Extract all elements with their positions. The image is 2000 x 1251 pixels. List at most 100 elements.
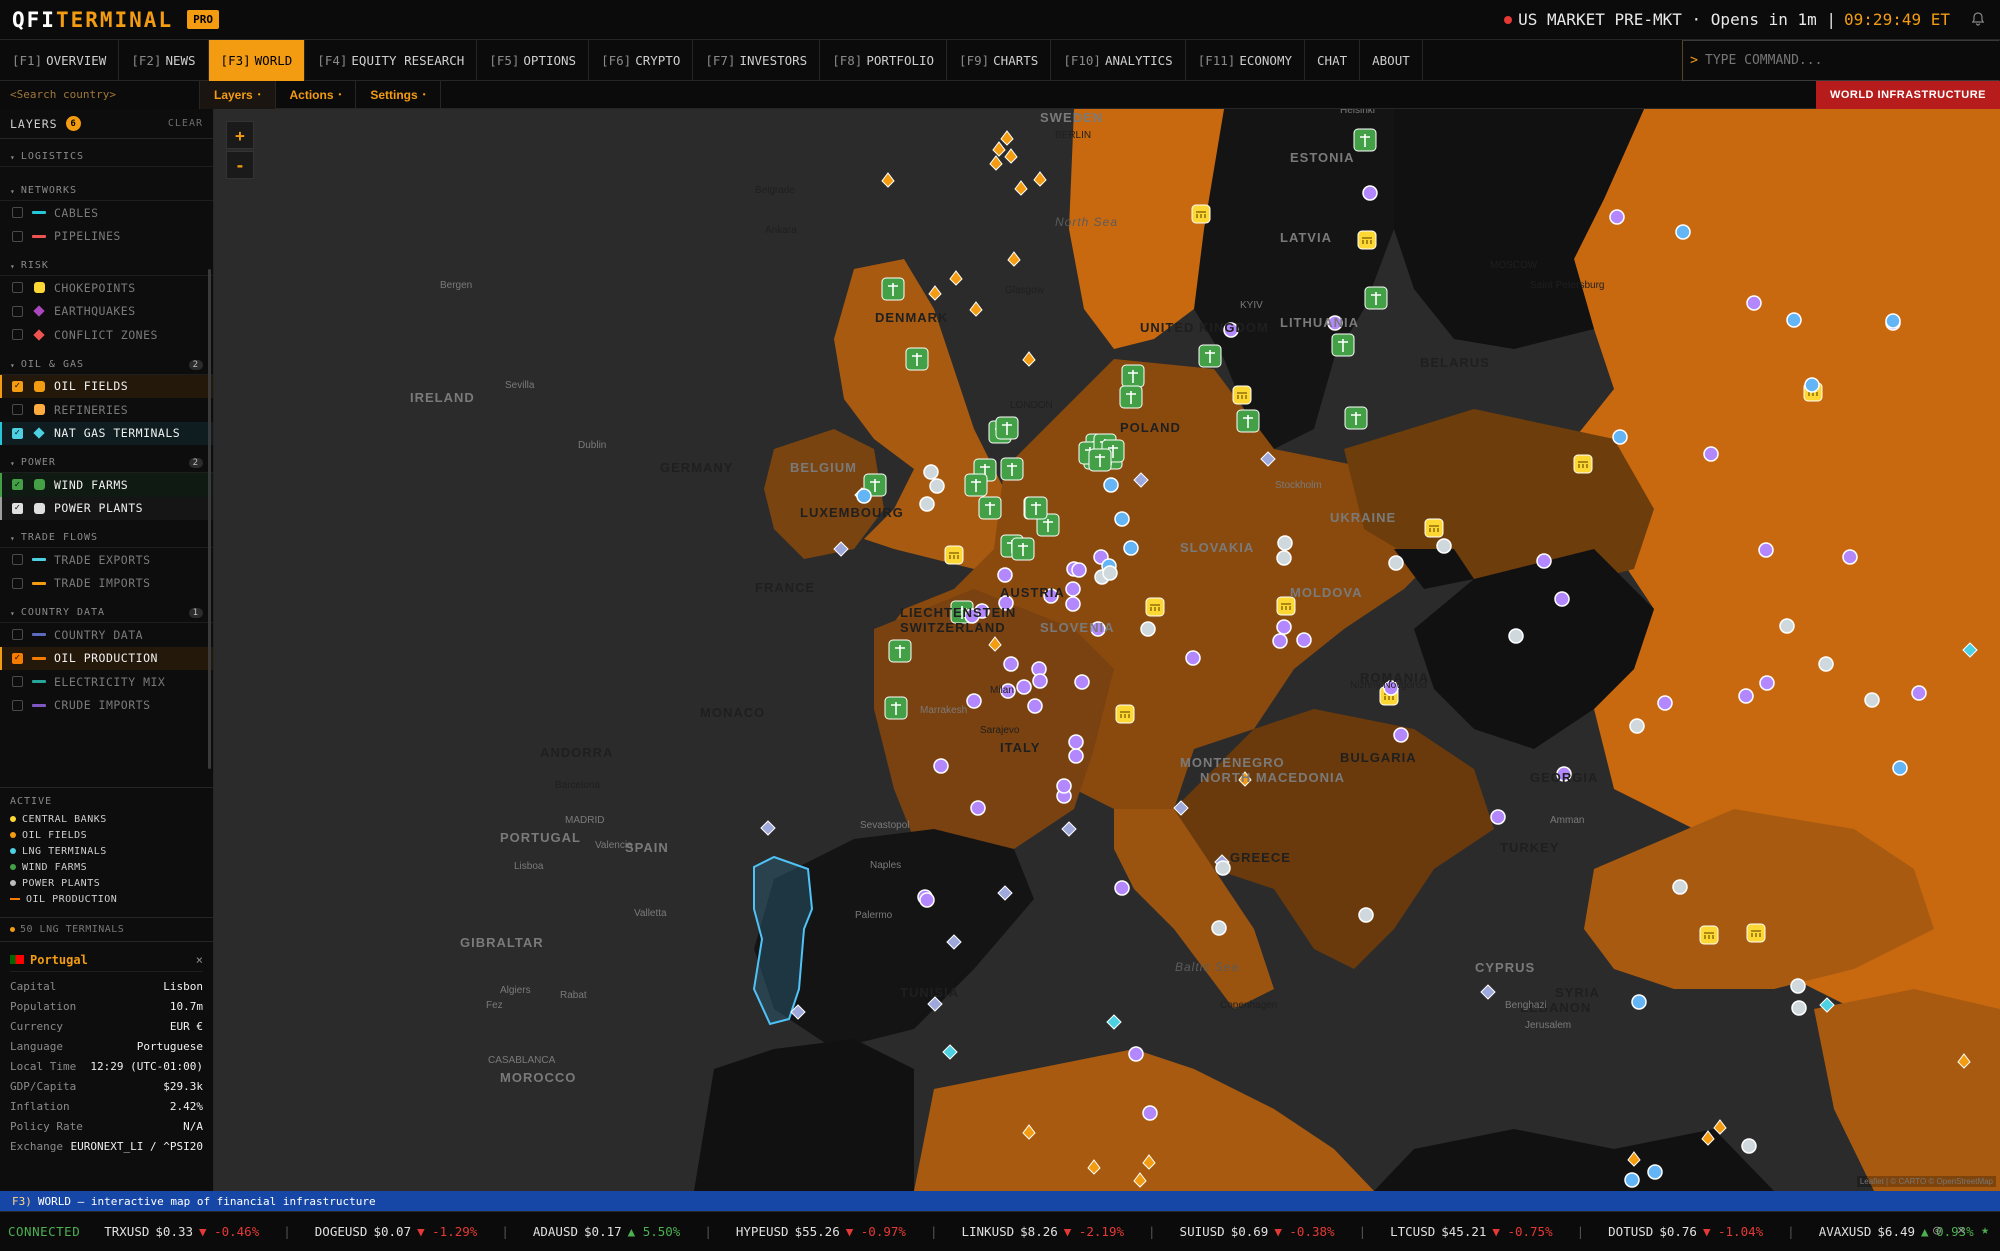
central-bank-icon[interactable] — [1746, 923, 1766, 943]
power-plant-icon[interactable] — [1508, 628, 1524, 644]
tab-chat[interactable]: CHAT — [1305, 40, 1361, 81]
power-plant-icon[interactable] — [1016, 679, 1032, 695]
power-plant-icon[interactable] — [1554, 591, 1570, 607]
oil-field-icon[interactable] — [1000, 130, 1014, 146]
zoom-out-button[interactable]: - — [226, 151, 254, 179]
power-plant-icon[interactable] — [1276, 550, 1292, 566]
layer-checkbox[interactable]: ✓ — [12, 652, 23, 664]
power-plant-icon[interactable] — [1276, 619, 1292, 635]
ticker-item-hypeusd[interactable]: HYPEUSD $55.26 ▼ -0.97% — [736, 1224, 906, 1239]
layers-scrollbar[interactable] — [208, 269, 211, 769]
power-plant-icon[interactable] — [1703, 446, 1719, 462]
layer-row-earthquakes[interactable]: EARTHQUAKES — [0, 300, 213, 324]
central-bank-icon[interactable] — [1232, 385, 1252, 405]
layer-row-oil-production[interactable]: ✓ OIL PRODUCTION — [0, 646, 213, 670]
layer-group-oil-gas[interactable]: ▾ OIL & GAS 2 — [0, 351, 213, 375]
power-plant-icon[interactable] — [966, 693, 982, 709]
wind-farm-icon[interactable] — [1198, 344, 1222, 368]
power-plant-icon[interactable] — [1672, 879, 1688, 895]
power-plant-icon[interactable] — [1759, 675, 1775, 691]
lng-terminal-icon[interactable] — [760, 820, 776, 836]
wind-farm-icon[interactable] — [881, 277, 905, 301]
wind-farm-icon[interactable] — [1121, 364, 1145, 388]
power-plant-icon[interactable] — [1362, 185, 1378, 201]
layer-checkbox[interactable] — [12, 329, 23, 341]
wind-farm-icon[interactable] — [1364, 286, 1388, 310]
wind-farm-icon[interactable] — [888, 639, 912, 663]
tab-analytics[interactable]: [F10] ANALYTICS — [1051, 40, 1186, 81]
power-plant-icon[interactable] — [1818, 656, 1834, 672]
lng-terminal-icon[interactable] — [1061, 821, 1077, 837]
power-plant-icon[interactable] — [923, 464, 939, 480]
wind-farm-icon[interactable] — [1119, 385, 1143, 409]
ticker-item-dotusd[interactable]: DOTUSD $0.76 ▼ -1.04% — [1608, 1224, 1763, 1239]
power-plant-icon[interactable] — [856, 488, 872, 504]
layer-checkbox[interactable]: ✓ — [12, 502, 23, 514]
app-logo[interactable]: QFITERMINAL — [12, 8, 173, 32]
ticker-item-suiusd[interactable]: SUIUSD $0.69 ▼ -0.38% — [1180, 1224, 1335, 1239]
tab-crypto[interactable]: [F6] CRYPTO — [589, 40, 694, 81]
ticker-item-trxusd[interactable]: TRXUSD $0.33 ▼ -0.46% — [104, 1224, 259, 1239]
power-plant-icon[interactable] — [1128, 1046, 1144, 1062]
layer-group-risk[interactable]: ▾ RISK — [0, 252, 213, 276]
power-plant-icon[interactable] — [1631, 994, 1647, 1010]
tab-world[interactable]: [F3] WORLD — [208, 40, 306, 81]
layer-checkbox[interactable] — [12, 577, 23, 589]
power-plant-icon[interactable] — [1102, 565, 1118, 581]
central-bank-icon[interactable] — [944, 545, 964, 565]
layer-checkbox[interactable] — [12, 282, 23, 294]
layer-group-power[interactable]: ▾ POWER 2 — [0, 449, 213, 473]
wind-farm-icon[interactable] — [995, 416, 1019, 440]
lng-terminal-icon[interactable] — [1106, 1014, 1122, 1030]
tab-economy[interactable]: [F11] ECONOMY — [1186, 40, 1306, 81]
oil-field-icon[interactable] — [1033, 171, 1047, 187]
central-bank-icon[interactable] — [1145, 597, 1165, 617]
wind-farm-icon[interactable] — [884, 696, 908, 720]
tab-equity-research[interactable]: [F4] EQUITY RESEARCH — [305, 40, 478, 81]
power-plant-icon[interactable] — [1864, 692, 1880, 708]
power-plant-icon[interactable] — [919, 892, 935, 908]
power-plant-icon[interactable] — [1804, 377, 1820, 393]
command-input[interactable] — [1682, 40, 2000, 81]
layer-checkbox[interactable] — [12, 404, 23, 416]
power-plant-icon[interactable] — [1027, 698, 1043, 714]
clear-layers-button[interactable]: CLEAR — [168, 118, 203, 129]
layers-menu-button[interactable]: Layers • — [200, 80, 276, 109]
tab-options[interactable]: [F5] OPTIONS — [477, 40, 590, 81]
power-plant-icon[interactable] — [1657, 695, 1673, 711]
ticker-item-linkusd[interactable]: LINKUSD $8.26 ▼ -2.19% — [961, 1224, 1124, 1239]
layer-checkbox[interactable]: ✓ — [12, 427, 23, 439]
power-plant-icon[interactable] — [1056, 778, 1072, 794]
layer-checkbox[interactable] — [12, 207, 23, 219]
wind-farm-icon[interactable] — [978, 496, 1002, 520]
power-plant-icon[interactable] — [1738, 688, 1754, 704]
power-plant-icon[interactable] — [1142, 1105, 1158, 1121]
power-plant-icon[interactable] — [1490, 809, 1506, 825]
power-plant-icon[interactable] — [1842, 549, 1858, 565]
oil-field-icon[interactable] — [1022, 351, 1036, 367]
oil-field-icon[interactable] — [969, 301, 983, 317]
power-plant-icon[interactable] — [1885, 313, 1901, 329]
star-icon[interactable]: ★ — [1978, 1224, 1992, 1238]
instagram-icon[interactable]: ◎ — [1930, 1224, 1944, 1238]
x-icon[interactable]: ✕ — [1954, 1224, 1968, 1238]
ticker-item-ltcusd[interactable]: LTCUSD $45.21 ▼ -0.75% — [1390, 1224, 1553, 1239]
tab-charts[interactable]: [F9] CHARTS — [947, 40, 1052, 81]
power-plant-icon[interactable] — [929, 478, 945, 494]
oil-field-icon[interactable] — [992, 141, 1006, 157]
world-map[interactable]: NORWAYSWEDENESTONIALATVIALITHUANIAUNITED… — [214, 109, 2000, 1191]
power-plant-icon[interactable] — [1065, 581, 1081, 597]
power-plant-icon[interactable] — [1277, 535, 1293, 551]
oil-field-icon[interactable] — [928, 285, 942, 301]
world-infrastructure-badge[interactable]: WORLD INFRASTRUCTURE — [1815, 81, 2000, 109]
wind-farm-icon[interactable] — [905, 347, 929, 371]
power-plant-icon[interactable] — [1790, 978, 1806, 994]
layer-checkbox[interactable]: ✓ — [12, 380, 23, 392]
wind-farm-icon[interactable] — [1024, 496, 1048, 520]
power-plant-icon[interactable] — [1114, 880, 1130, 896]
power-plant-icon[interactable] — [1436, 538, 1452, 554]
layer-row-trade-exports[interactable]: TRADE EXPORTS — [0, 548, 213, 572]
lng-terminal-icon[interactable] — [942, 1044, 958, 1060]
power-plant-icon[interactable] — [1358, 907, 1374, 923]
layer-row-chokepoints[interactable]: CHOKEPOINTS — [0, 276, 213, 300]
